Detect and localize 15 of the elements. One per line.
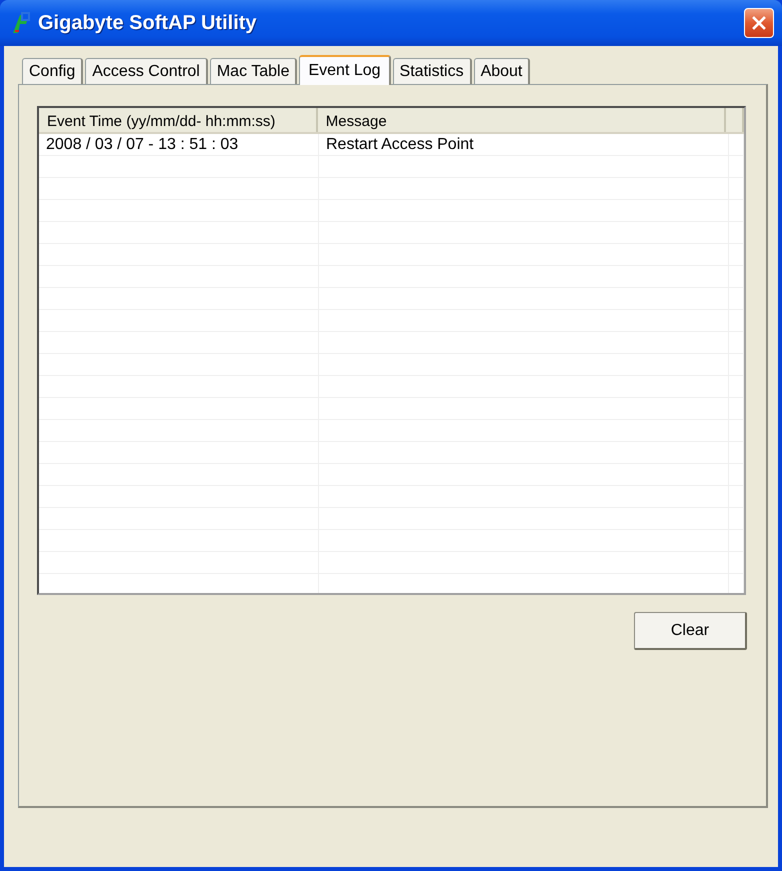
close-icon	[751, 15, 767, 31]
clear-button[interactable]: Clear	[634, 612, 747, 650]
tab[interactable]: About	[474, 58, 530, 84]
tab[interactable]: Statistics	[392, 58, 472, 84]
tab[interactable]: Mac Table	[210, 58, 298, 84]
tab[interactable]: Access Control	[85, 58, 208, 84]
column-header[interactable]: Event Time (yy/mm/dd- hh:mm:ss)	[39, 108, 318, 132]
column-header[interactable]: Message	[318, 108, 726, 132]
tab[interactable]: Event Log	[299, 55, 391, 85]
window-title: Gigabyte SoftAP Utility	[38, 12, 258, 34]
close-button[interactable]	[744, 8, 774, 38]
table-cell: Restart Access Point	[326, 136, 474, 154]
tab[interactable]: Config	[22, 58, 84, 84]
app-icon	[10, 11, 32, 35]
table-cell: 2008 / 03 / 07 - 13 : 51 : 03	[46, 136, 238, 154]
